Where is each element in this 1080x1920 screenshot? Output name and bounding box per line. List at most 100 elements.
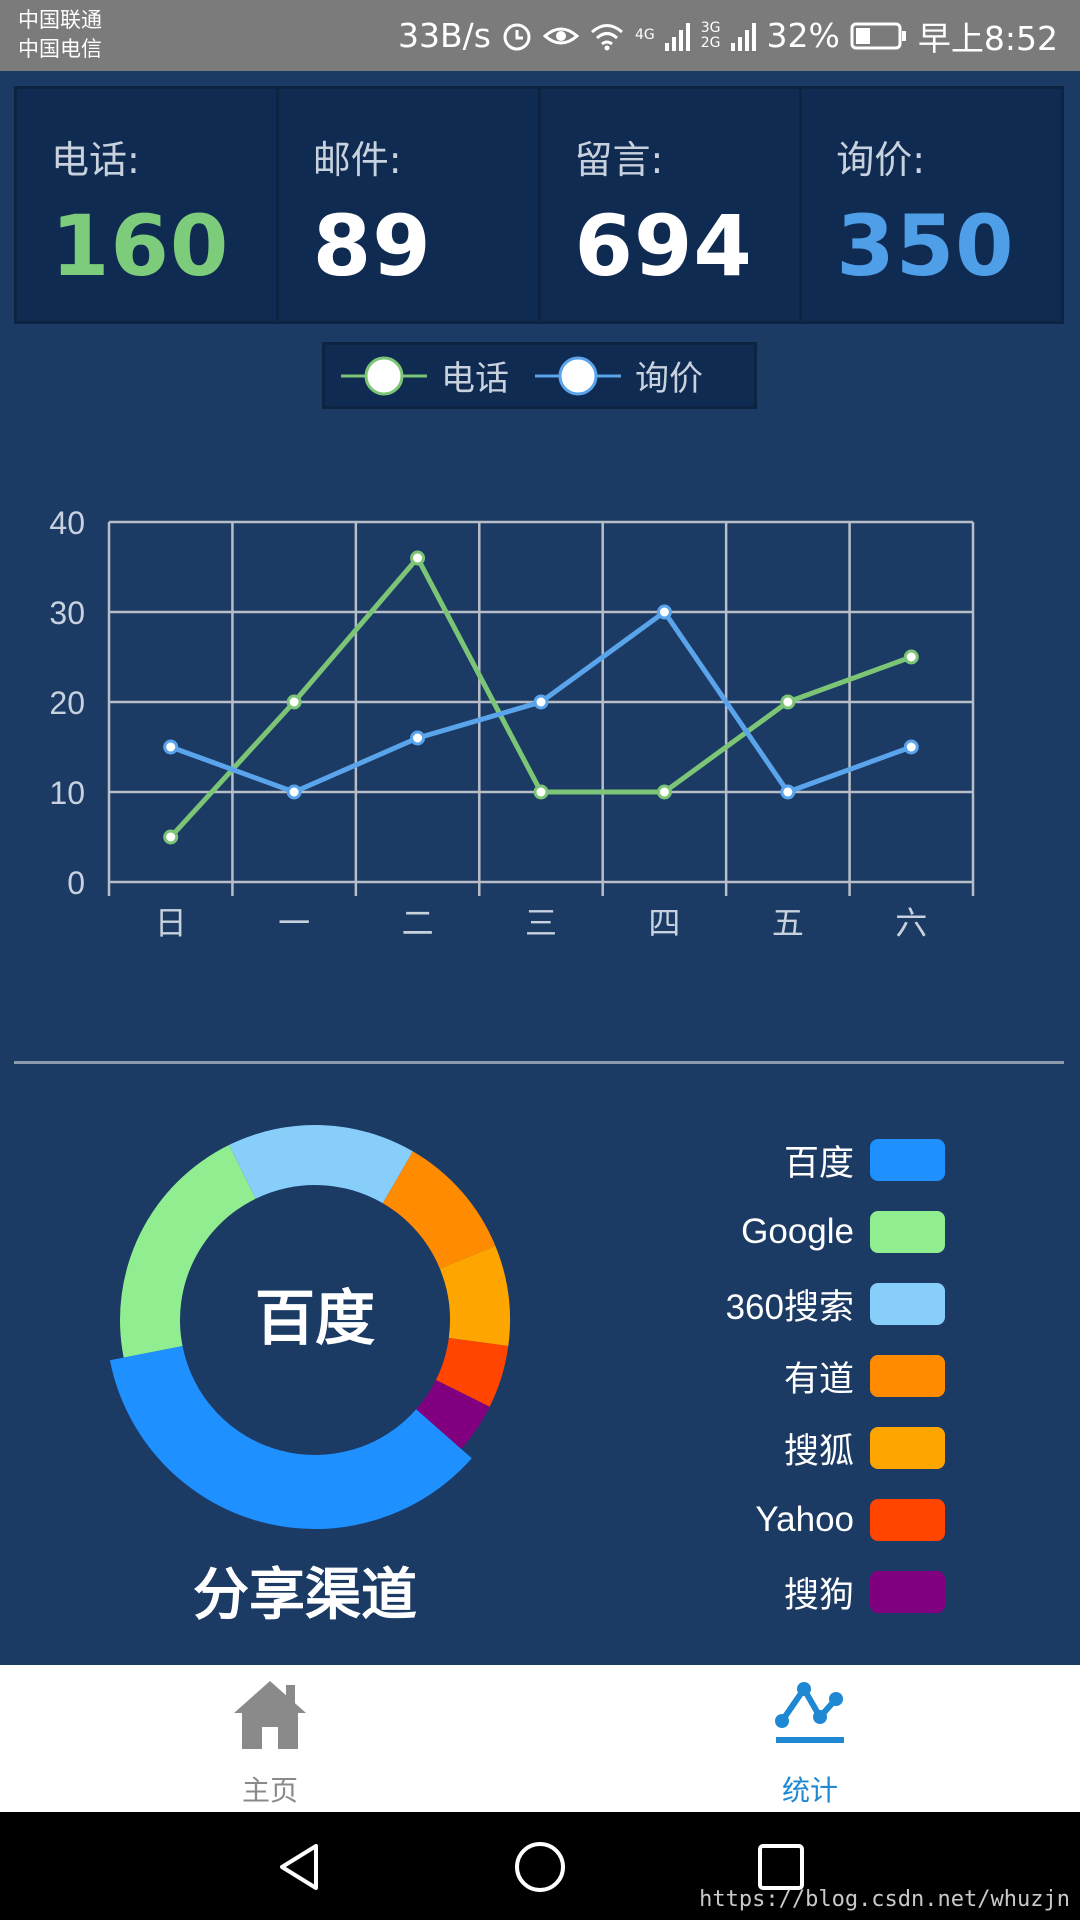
x-tick-label: 四: [648, 904, 680, 942]
stat-value: 350: [836, 197, 1015, 295]
pie-legend-swatch: [870, 1427, 945, 1469]
series-point-0: [780, 694, 796, 710]
pie-legend-label: Google: [741, 1212, 854, 1251]
x-tick-label: 一: [278, 904, 310, 942]
status-bar: 中国联通 中国电信 33B/s 4G 3G 2G 32% 早上8:52: [0, 0, 1080, 71]
legend-marker-inquiry: [535, 356, 621, 395]
x-tick-label: 日: [155, 904, 187, 942]
stat-message: 留言: 694: [541, 89, 803, 321]
stat-label: 电话:: [51, 138, 140, 182]
series-point-0: [656, 784, 672, 800]
back-icon[interactable]: [272, 1840, 326, 1894]
x-tick-label: 五: [772, 904, 804, 942]
system-nav-bar: https://blog.csdn.net/whuzjn: [0, 1812, 1080, 1920]
legend-item-phone[interactable]: 电话: [339, 351, 509, 400]
series-point-0: [533, 784, 549, 800]
donut-slice: [229, 1125, 413, 1204]
series-point-1: [410, 730, 426, 746]
battery-icon: [850, 21, 908, 51]
watermark: https://blog.csdn.net/whuzjn: [699, 1887, 1070, 1912]
stat-value: 694: [574, 197, 753, 295]
nav-label-stats: 统计: [781, 1774, 838, 1807]
pie-legend-label: 搜狐: [783, 1431, 854, 1471]
series-point-0: [163, 829, 179, 845]
x-tick-label: 二: [402, 904, 434, 942]
network-4g-label: 4G: [635, 27, 655, 43]
y-tick-label: 20: [49, 685, 85, 721]
pie-legend-swatch: [870, 1211, 945, 1253]
pie-legend-swatch: [870, 1139, 945, 1181]
pie-legend-item[interactable]: Google: [726, 1196, 945, 1268]
y-tick-label: 40: [49, 505, 85, 541]
pie-legend-label: 360搜索: [725, 1287, 854, 1327]
series-point-1: [656, 604, 672, 620]
pie-legend-label: 搜狗: [783, 1575, 854, 1615]
battery-percent: 32%: [766, 16, 840, 55]
series-point-0: [410, 550, 426, 566]
series-point-0: [286, 694, 302, 710]
pie-legend-swatch: [870, 1283, 945, 1325]
clock: 早上8:52: [917, 18, 1058, 58]
series-point-0: [903, 649, 919, 665]
stat-value: 160: [51, 197, 230, 295]
nav-tab-stats[interactable]: 统计: [540, 1665, 1080, 1812]
series-point-1: [780, 784, 796, 800]
stat-label: 邮件:: [312, 138, 402, 182]
bottom-nav: 主页 统计: [0, 1665, 1080, 1812]
legend-marker-phone: [341, 356, 427, 395]
pie-legend-item[interactable]: 搜狐: [726, 1412, 945, 1484]
pie-legend-item[interactable]: 百度: [726, 1124, 945, 1196]
stat-phone: 电话: 160: [17, 89, 279, 321]
pie-legend-label: Yahoo: [755, 1500, 854, 1539]
signal-3g2g: 3G 2G: [700, 19, 721, 51]
network-speed: 33B/s: [398, 16, 491, 55]
pie-legend-item[interactable]: 搜狗: [726, 1556, 945, 1628]
legend-item-inquiry[interactable]: 询价: [533, 351, 703, 400]
alarm-icon: [501, 20, 533, 52]
x-tick-label: 三: [525, 904, 557, 942]
stat-email: 邮件: 89: [279, 89, 541, 321]
series-point-1: [903, 739, 919, 755]
stat-inquiry: 询价: 350: [802, 89, 1061, 321]
pie-legend-item[interactable]: 360搜索: [726, 1268, 945, 1340]
pie-legend-label: 百度: [783, 1143, 854, 1183]
pie-legend: 百度 Google 360搜索有道搜狐 Yahoo 搜狗: [726, 1124, 945, 1628]
recents-icon[interactable]: [754, 1840, 808, 1894]
eye-icon: [543, 22, 579, 50]
stat-label: 留言:: [574, 138, 664, 182]
stats-icon: [775, 1682, 844, 1743]
nav-label-home: 主页: [241, 1774, 298, 1807]
pie-legend-swatch: [870, 1355, 945, 1397]
pie-legend-swatch: [870, 1571, 945, 1613]
nav-tab-home[interactable]: 主页: [0, 1665, 540, 1812]
network-2g-label: 2G: [700, 34, 721, 51]
chart-legend: 电话 询价: [322, 342, 757, 409]
carrier-2: 中国电信: [18, 37, 102, 61]
pie-legend-swatch: [870, 1499, 945, 1541]
pie-legend-item[interactable]: Yahoo: [726, 1484, 945, 1556]
donut-center-label: 百度: [255, 1284, 375, 1354]
signal-icon: [664, 21, 691, 51]
pie-legend-item[interactable]: 有道: [726, 1340, 945, 1412]
line-chart: 0 10 20 30 40 日 一 二 三 四 五 六: [49, 505, 975, 942]
stat-value: 89: [312, 197, 432, 295]
signal-4g: 4G: [635, 28, 655, 43]
wifi-icon: [589, 21, 625, 51]
donut-title: 分享渠道: [193, 1563, 417, 1628]
home-circle-icon[interactable]: [513, 1840, 567, 1894]
series-point-1: [163, 739, 179, 755]
x-tick-label: 六: [895, 904, 927, 942]
stats-panel: 电话: 160 邮件: 89 留言: 694 询价: 350: [14, 86, 1064, 324]
series-point-1: [533, 694, 549, 710]
carrier-info: 中国联通 中国电信: [18, 6, 102, 64]
stat-label: 询价:: [836, 138, 926, 182]
divider: [14, 1061, 1064, 1064]
pie-legend-label: 有道: [783, 1359, 854, 1399]
network-3g-label: 3G: [700, 19, 721, 36]
status-icons: 33B/s 4G 3G 2G 32% 早上8:52: [398, 0, 1058, 71]
y-tick-label: 0: [67, 865, 85, 901]
y-tick-label: 10: [49, 775, 85, 811]
y-tick-label: 30: [49, 595, 85, 631]
carrier-1: 中国联通: [18, 8, 102, 32]
signal-icon-2: [730, 21, 757, 51]
